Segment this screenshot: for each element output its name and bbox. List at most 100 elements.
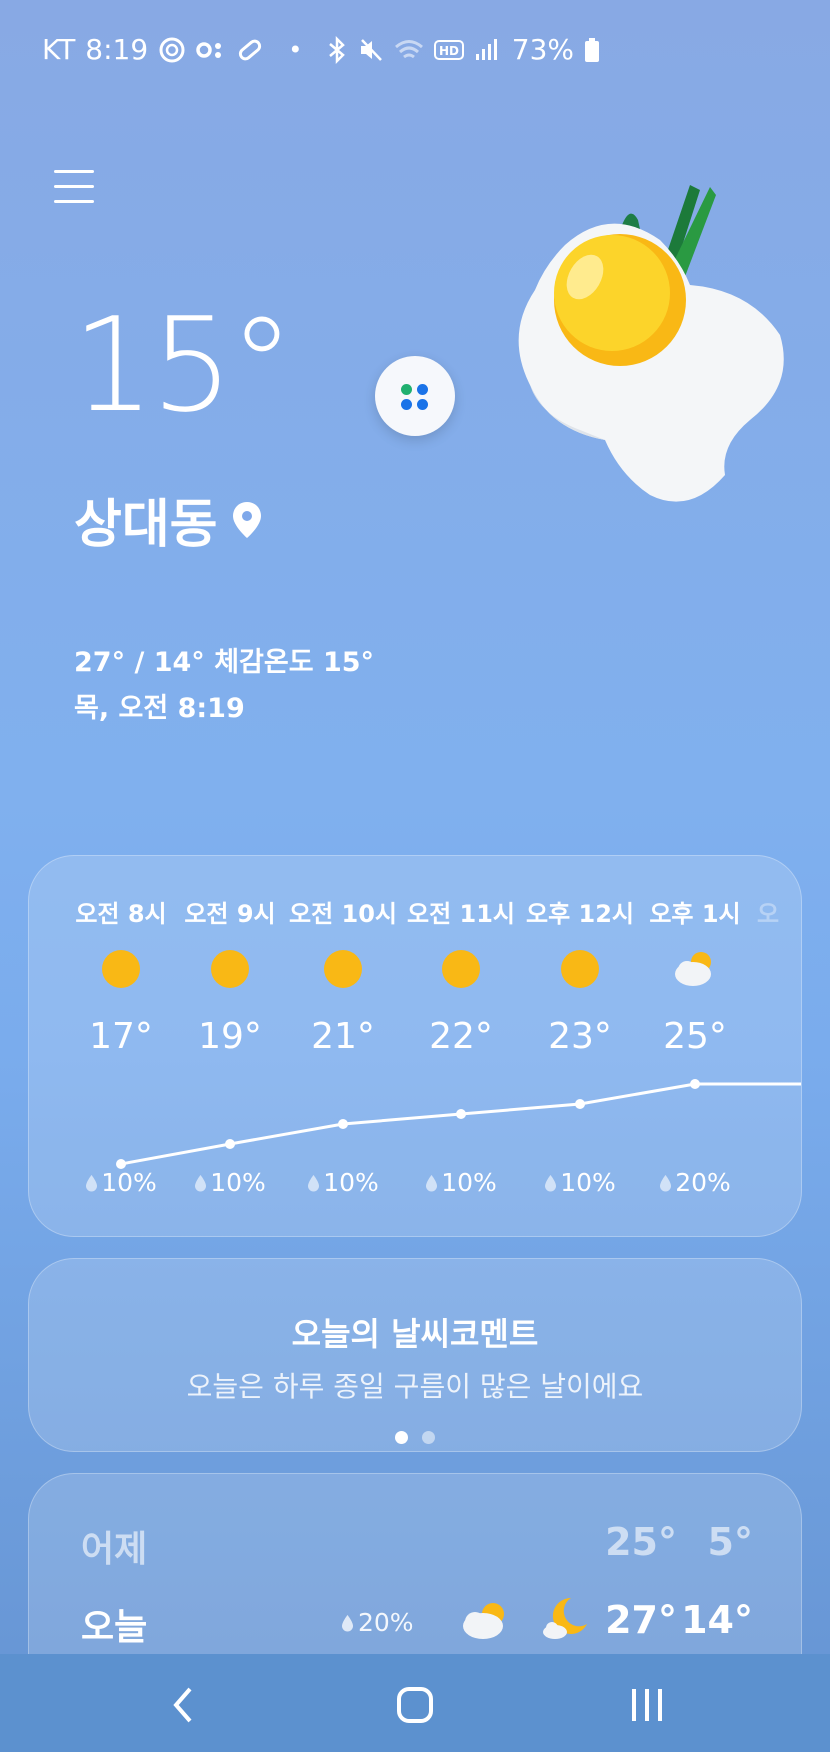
hd-icon: HD [433, 39, 464, 60]
hour-precip: 10% [283, 1168, 403, 1197]
sun-icon [442, 950, 480, 988]
comment-text: 오늘은 하루 종일 구름이 많은 날이에요 [186, 1370, 644, 1403]
hour-precip: 10% [170, 1168, 290, 1197]
high-temp: 25° [605, 1520, 677, 1564]
sun-icon [324, 950, 362, 988]
hour-precip: 10% [61, 1168, 181, 1197]
precip-value: 10% [560, 1168, 616, 1197]
status-bar: KT 8:19 • HD 73% [0, 0, 830, 100]
recent-apps-icon [632, 1689, 662, 1721]
dot-blue [401, 399, 412, 410]
raindrop-icon [660, 1174, 672, 1191]
hour-column: 오후 12시 23° 10% [520, 856, 640, 1236]
current-temperature: 15° [72, 289, 294, 441]
sun-icon [211, 950, 249, 988]
raindrop-icon [342, 1614, 353, 1631]
battery-percent: 73% [511, 33, 574, 66]
hour-temp: 25° [663, 1016, 727, 1057]
raindrop-icon [195, 1174, 207, 1191]
battery-icon [585, 37, 599, 62]
hour-column: 오후 1시 25° 20% [635, 856, 755, 1236]
hour-column: 오전 10시 21° 10% [283, 856, 403, 1236]
hour-temp: 17° [89, 1016, 153, 1057]
hourly-forecast-card[interactable]: 오전 8시 17° 10% 오전 9시 19° 10% 오전 10시 21° 10% 오전 11시… [28, 855, 802, 1237]
raindrop-icon [426, 1174, 438, 1191]
precip-value: 10% [101, 1168, 157, 1197]
page-indicator [29, 1431, 801, 1444]
fried-egg-illustration [518, 185, 784, 502]
low-temp: 14° [681, 1598, 753, 1642]
raindrop-icon [308, 1174, 320, 1191]
hour-temp: 23° [548, 1016, 612, 1057]
dot-blue [417, 399, 428, 410]
daily-row-yesterday[interactable]: 어제 25° 5° [29, 1512, 803, 1572]
hour-label-cutoff: 오 [757, 900, 780, 928]
home-icon [397, 1687, 433, 1723]
location-pin-icon [232, 501, 261, 538]
loop-icon [196, 41, 222, 58]
back-icon [173, 1687, 192, 1723]
navigation-bar [0, 1654, 830, 1752]
hour-time: 오후 12시 [526, 900, 634, 928]
precip-value: 10% [210, 1168, 266, 1197]
precip-value: 10% [323, 1168, 379, 1197]
precip-value: 20% [358, 1608, 414, 1637]
page-dot-1[interactable] [395, 1431, 408, 1444]
pin-icon [159, 37, 185, 62]
hour-precip: 10% [401, 1168, 521, 1197]
low-temp: 5° [707, 1520, 753, 1564]
precip-chance: 20% [341, 1608, 414, 1637]
hour-column: 오전 11시 22° 10% [401, 856, 521, 1236]
mute-icon [360, 38, 382, 61]
dot-blue [417, 384, 428, 395]
day-label: 오늘 [81, 1607, 148, 1648]
hour-precip: 20% [635, 1168, 755, 1197]
home-button[interactable] [385, 1682, 445, 1728]
daily-row-today[interactable]: 오늘 20% 27° 14° [29, 1590, 803, 1650]
carrier: KT [42, 33, 76, 66]
current-datetime: 목, 오전 8:19 [74, 693, 245, 724]
dot-icon: • [288, 35, 303, 64]
dot-green [401, 384, 412, 395]
raindrop-icon [545, 1174, 557, 1191]
partly-cloudy-icon [675, 952, 711, 986]
hour-time: 오전 8시 [75, 900, 167, 928]
back-button[interactable] [152, 1682, 212, 1728]
menu-icon [54, 170, 94, 173]
weather-comment-card[interactable]: 오늘의 날씨코멘트 오늘은 하루 종일 구름이 많은 날이에요 [28, 1258, 802, 1452]
location-name: 상대동 [74, 495, 218, 555]
menu-icon-line [54, 185, 94, 188]
menu-button[interactable] [54, 170, 94, 210]
hour-time: 오후 1시 [649, 900, 741, 928]
bluetooth-icon [328, 35, 345, 64]
hour-temp: 21° [311, 1016, 375, 1057]
hour-column: 오전 8시 17° 10% [61, 856, 181, 1236]
widget-button[interactable] [375, 356, 455, 436]
raindrop-icon [86, 1174, 98, 1191]
precip-value: 10% [441, 1168, 497, 1197]
moon-cloud-icon [543, 1597, 587, 1639]
comment-title: 오늘의 날씨코멘트 [291, 1315, 539, 1353]
feels-like: 27° / 14° 체감온도 15° [74, 647, 375, 678]
precip-value: 20% [675, 1168, 731, 1197]
partly-cloudy-icon [463, 1603, 504, 1639]
pill-icon [239, 39, 262, 60]
hour-time: 오전 9시 [184, 900, 276, 928]
location[interactable]: 상대동 [74, 482, 262, 557]
high-temp: 27° [605, 1598, 677, 1642]
wifi-icon [394, 39, 423, 58]
sun-icon [102, 950, 140, 988]
signal-icon [475, 38, 497, 60]
clock: 8:19 [85, 33, 149, 66]
hour-time: 오전 11시 [407, 900, 515, 928]
hour-temp: 22° [429, 1016, 493, 1057]
hour-column: 오전 9시 19° 10% [170, 856, 290, 1236]
day-label: 어제 [81, 1529, 148, 1570]
page-dot-2[interactable] [422, 1431, 435, 1444]
hour-precip: 10% [520, 1168, 640, 1197]
recent-apps-button[interactable] [617, 1682, 677, 1728]
svg-text:HD: HD [439, 44, 459, 58]
hour-time: 오전 10시 [289, 900, 397, 928]
hour-temp: 19° [198, 1016, 262, 1057]
sun-icon [561, 950, 599, 988]
